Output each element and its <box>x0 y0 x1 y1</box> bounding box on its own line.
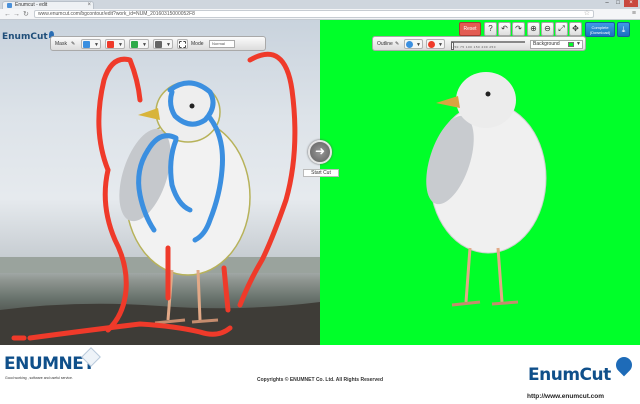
tab-title: Enumcut - edit <box>15 2 48 8</box>
selection-icon <box>179 41 186 48</box>
drop-icon <box>612 353 636 377</box>
eraser-button[interactable]: ▼ <box>153 39 173 49</box>
redo-icon[interactable]: ↷ <box>512 22 525 36</box>
add-outline-button[interactable]: ▼ <box>404 39 423 49</box>
selection-button[interactable] <box>177 39 188 49</box>
seagull-result <box>426 72 547 307</box>
add-icon <box>406 41 413 48</box>
footer: ENUMNET Good working , software and usef… <box>0 345 640 404</box>
zoom-in-icon[interactable]: ⊕ <box>527 22 540 36</box>
workspace: EnumCut Mask ✎ ▼ ▼ ▼ ▼ Mode Normal Outli… <box>0 20 640 345</box>
mask-toolbar: Mask ✎ ▼ ▼ ▼ ▼ Mode Normal <box>50 36 266 51</box>
result-image <box>426 72 547 307</box>
result-canvas[interactable] <box>320 20 640 345</box>
forward-icon[interactable]: → <box>13 10 20 19</box>
fit-icon[interactable]: ⤢ <box>555 22 568 36</box>
undo-icon[interactable]: ↶ <box>498 22 511 36</box>
mode-select[interactable]: Normal <box>209 40 235 48</box>
background-color-swatch <box>568 42 574 47</box>
window-close-icon[interactable]: × <box>624 0 638 7</box>
address-bar: ← → ↻ www.enumcut.com/bgcontour/edit?wor… <box>0 9 640 20</box>
mask-label: Mask <box>55 41 67 47</box>
favicon-icon <box>7 3 12 8</box>
tab-close-icon[interactable]: × <box>87 2 91 9</box>
mode-label: Mode <box>191 41 204 47</box>
start-cut-label: Start Cut <box>303 169 339 177</box>
app-logo-text: EnumCut <box>2 32 48 42</box>
url-field[interactable]: www.enumcut.com/bgcontour/edit?work_id=N… <box>34 10 594 18</box>
start-cut-button[interactable]: ➜ <box>308 140 332 164</box>
browser-tab[interactable]: Enumcut - edit × <box>2 1 94 9</box>
maximize-icon[interactable]: □ <box>613 0 623 7</box>
eraser-icon <box>155 41 162 48</box>
foreground-brush-icon <box>131 41 138 48</box>
outline-brush-icon[interactable]: ✎ <box>395 41 399 47</box>
app-logo[interactable]: EnumCut <box>2 31 54 42</box>
complete-button[interactable]: Complete (Download) <box>585 22 615 37</box>
background-brush-button[interactable]: ▼ <box>105 39 125 49</box>
source-image <box>0 51 320 345</box>
outline-toolbar: Outline ✎ ▼ ▼ 1 50 75 100 150 200 250 Ba… <box>372 36 586 51</box>
browser-tab-bar: Enumcut - edit × – □ × <box>0 0 640 9</box>
download-icon[interactable]: ⤓ <box>617 22 630 37</box>
zoom-out-icon[interactable]: ⊖ <box>541 22 554 36</box>
minimize-icon[interactable]: – <box>602 0 612 7</box>
remove-outline-button[interactable]: ▼ <box>426 39 445 49</box>
outline-label: Outline <box>377 41 393 47</box>
reload-icon[interactable]: ↻ <box>23 10 29 19</box>
source-canvas[interactable] <box>0 20 320 345</box>
enumcut-logo[interactable]: EnumCut <box>528 365 611 385</box>
background-label: Background <box>533 41 560 47</box>
foreground-brush-button[interactable]: ▼ <box>129 39 149 49</box>
outline-slider[interactable] <box>451 41 525 50</box>
help-icon[interactable]: ? <box>484 22 497 36</box>
foreground-person-button[interactable]: ▼ <box>81 39 101 49</box>
back-icon[interactable]: ← <box>4 10 11 19</box>
bookmark-star-icon[interactable]: ☆ <box>584 9 590 18</box>
person-icon <box>83 41 90 48</box>
browser-menu-icon[interactable]: ≡ <box>632 9 636 18</box>
remove-icon <box>428 41 435 48</box>
background-select[interactable]: Background ▼ <box>530 40 583 49</box>
window-controls: – □ × <box>602 0 638 8</box>
product-url-link[interactable]: http://www.enumcut.com <box>527 393 604 400</box>
reset-button[interactable]: Reset <box>459 22 481 36</box>
move-icon[interactable]: ✥ <box>569 22 582 36</box>
brush-icon[interactable]: ✎ <box>71 41 75 47</box>
slider-ticks: 1 50 75 100 150 200 250 <box>451 45 496 49</box>
complete-sub-label: (Download) <box>589 30 611 35</box>
background-brush-icon <box>107 41 114 48</box>
